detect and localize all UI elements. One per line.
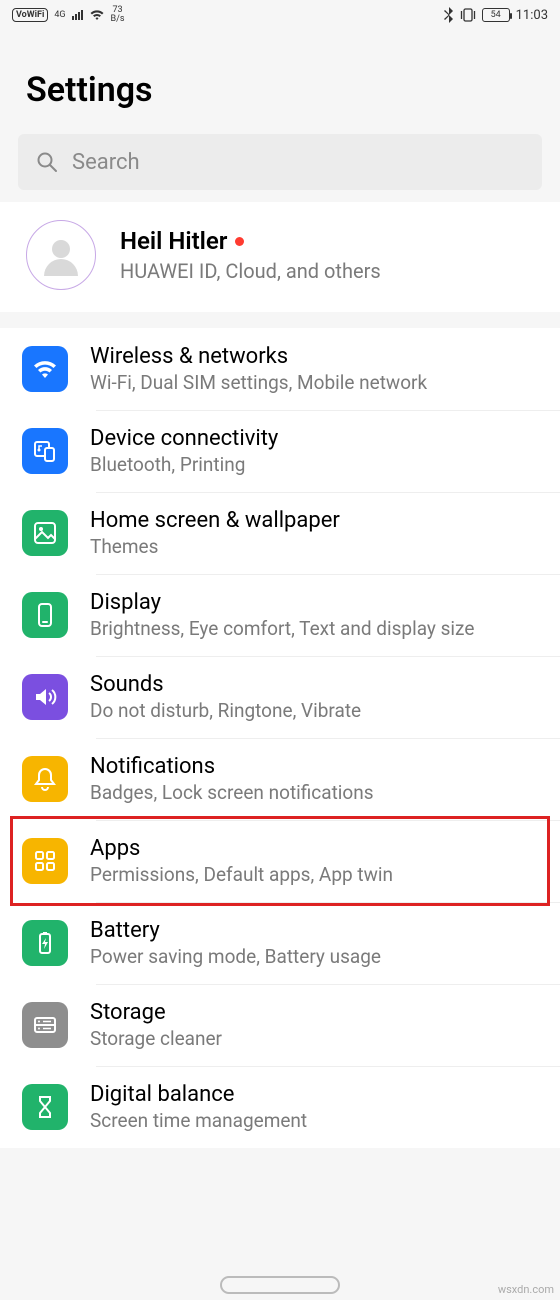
item-title: Wireless & networks [90,344,536,369]
settings-list: Wireless & networksWi-Fi, Dual SIM setti… [0,328,560,1148]
settings-item-apps[interactable]: AppsPermissions, Default apps, App twin [0,820,560,902]
item-subtitle: Storage cleaner [90,1027,536,1050]
item-title: Digital balance [90,1082,536,1107]
item-title: Apps [90,836,536,861]
storage-icon [22,1002,68,1048]
bluetooth-icon [444,7,454,23]
item-subtitle: Wi-Fi, Dual SIM settings, Mobile network [90,371,536,394]
search-icon [36,151,58,173]
settings-item-notifications[interactable]: NotificationsBadges, Lock screen notific… [0,738,560,820]
network-label: 4G [54,11,65,19]
apps-icon [22,838,68,884]
status-right: 54 11:03 [444,7,548,23]
item-subtitle: Do not disturb, Ringtone, Vibrate [90,699,536,722]
notification-dot-icon [235,237,244,246]
wallpaper-icon [22,510,68,556]
item-texts: Home screen & wallpaperThemes [90,508,536,558]
item-texts: NotificationsBadges, Lock screen notific… [90,754,536,804]
nav-indicator[interactable] [220,1276,340,1294]
item-title: Device connectivity [90,426,536,451]
wifi-status-icon [89,9,105,21]
vowifi-badge: VoWiFi [12,8,48,22]
status-left: VoWiFi 4G 73 B/s [12,6,125,24]
item-subtitle: Brightness, Eye comfort, Text and displa… [90,617,536,640]
account-row[interactable]: Heil Hitler HUAWEI ID, Cloud, and others [0,202,560,312]
page-title: Settings [0,30,560,134]
settings-item-wireless[interactable]: Wireless & networksWi-Fi, Dual SIM setti… [0,328,560,410]
device-connectivity-icon [22,428,68,474]
item-subtitle: Power saving mode, Battery usage [90,945,536,968]
item-texts: SoundsDo not disturb, Ringtone, Vibrate [90,672,536,722]
settings-item-display[interactable]: DisplayBrightness, Eye comfort, Text and… [0,574,560,656]
search-bar[interactable]: Search [18,134,542,190]
item-texts: BatteryPower saving mode, Battery usage [90,918,536,968]
item-subtitle: Permissions, Default apps, App twin [90,863,536,886]
settings-item-storage[interactable]: StorageStorage cleaner [0,984,560,1066]
item-subtitle: Bluetooth, Printing [90,453,536,476]
search-placeholder: Search [72,150,140,175]
notifications-icon [22,756,68,802]
item-title: Sounds [90,672,536,697]
display-icon [22,592,68,638]
battery-icon: 54 [482,8,510,22]
item-title: Storage [90,1000,536,1025]
item-texts: DisplayBrightness, Eye comfort, Text and… [90,590,536,640]
account-texts: Heil Hitler HUAWEI ID, Cloud, and others [120,227,536,283]
battery-icon [22,920,68,966]
item-title: Notifications [90,754,536,779]
item-texts: Digital balanceScreen time management [90,1082,536,1132]
item-title: Battery [90,918,536,943]
status-time: 11:03 [516,8,548,23]
item-texts: Wireless & networksWi-Fi, Dual SIM setti… [90,344,536,394]
avatar [26,220,96,290]
network-speed: 73 B/s [111,6,125,24]
item-subtitle: Badges, Lock screen notifications [90,781,536,804]
digital-balance-icon [22,1084,68,1130]
settings-item-battery[interactable]: BatteryPower saving mode, Battery usage [0,902,560,984]
settings-item-sounds[interactable]: SoundsDo not disturb, Ringtone, Vibrate [0,656,560,738]
item-subtitle: Screen time management [90,1109,536,1132]
account-subtitle: HUAWEI ID, Cloud, and others [120,259,536,283]
item-subtitle: Themes [90,535,536,558]
wifi-icon [22,346,68,392]
item-texts: StorageStorage cleaner [90,1000,536,1050]
vibrate-icon [460,8,476,22]
sounds-icon [22,674,68,720]
watermark: wsxdn.com [498,1283,554,1296]
item-texts: Device connectivityBluetooth, Printing [90,426,536,476]
status-bar: VoWiFi 4G 73 B/s 54 11:03 [0,0,560,30]
settings-item-device-connectivity[interactable]: Device connectivityBluetooth, Printing [0,410,560,492]
settings-item-home-screen[interactable]: Home screen & wallpaperThemes [0,492,560,574]
item-texts: AppsPermissions, Default apps, App twin [90,836,536,886]
account-name: Heil Hitler [120,227,536,255]
signal-icon [72,10,83,20]
settings-item-digital-balance[interactable]: Digital balanceScreen time management [0,1066,560,1148]
item-title: Home screen & wallpaper [90,508,536,533]
item-title: Display [90,590,536,615]
